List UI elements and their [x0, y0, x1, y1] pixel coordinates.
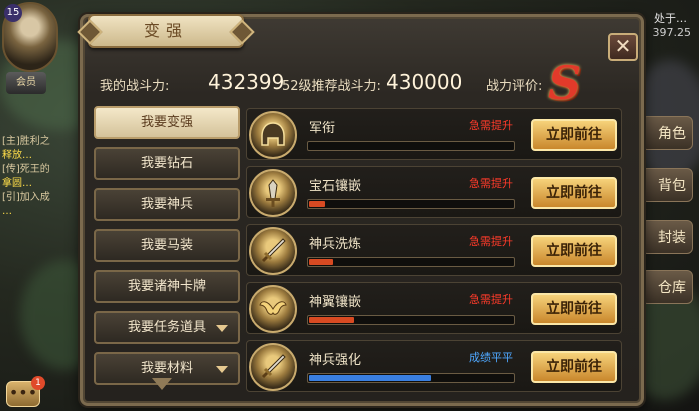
category-menu: 我要变强我要钻石我要神兵我要马装我要诸神卡牌 我要任务道具 我要材料	[94, 106, 240, 398]
chat-line: [主]胜利之	[2, 136, 50, 147]
chat-line: [传]死王的	[2, 164, 50, 175]
list-item: 神翼镶嵌 急需提升 立即前往	[246, 282, 622, 334]
item-status: 急需提升	[469, 293, 513, 306]
list-item: 神兵洗炼 急需提升 立即前往	[246, 224, 622, 276]
close-icon: ✕	[614, 34, 632, 58]
go-now-button[interactable]: 立即前往	[531, 351, 617, 383]
list-item: 宝石镶嵌 急需提升 立即前往	[246, 166, 622, 218]
menu-item[interactable]: 我要诸神卡牌	[94, 270, 240, 303]
my-power-label: 我的战斗力:	[100, 79, 170, 94]
my-power-value: 432399	[208, 70, 285, 94]
progress-bar	[307, 199, 515, 209]
chat-line: 释放…	[2, 150, 32, 161]
player-level-badge: 15	[4, 4, 22, 22]
list-item: 神兵强化 成绩平平 立即前往	[246, 340, 622, 392]
go-now-button[interactable]: 立即前往	[531, 235, 617, 267]
chevron-down-icon	[216, 325, 228, 332]
recommend-power-label: 52级推荐战斗力:	[282, 79, 381, 94]
vip-badge[interactable]: 会员	[6, 72, 46, 94]
chat-line: …	[2, 206, 12, 217]
side-button-bag[interactable]: 背包	[641, 168, 693, 202]
scroll-down-icon[interactable]	[152, 378, 172, 390]
go-now-button[interactable]: 立即前往	[531, 119, 617, 151]
go-now-button[interactable]: 立即前往	[531, 177, 617, 209]
item-status: 急需提升	[469, 177, 513, 190]
power-summary: 我的战斗力: 432399 52级推荐战斗力: 430000 战力评价:	[96, 70, 626, 98]
item-name: 宝石镶嵌	[309, 179, 362, 194]
go-now-button[interactable]: 立即前往	[531, 293, 617, 325]
item-status: 急需提升	[469, 235, 513, 248]
rating-label: 战力评价:	[486, 79, 543, 94]
gem-sword-icon	[249, 169, 297, 217]
list-item: 军衔 急需提升 立即前往	[246, 108, 622, 160]
menu-item[interactable]: 我要任务道具	[94, 311, 240, 344]
progress-fill	[309, 201, 326, 207]
chevron-down-icon	[216, 366, 228, 373]
item-name: 神兵强化	[309, 353, 362, 368]
item-status: 成绩平平	[469, 351, 513, 364]
progress-bar	[307, 141, 515, 151]
chat-button[interactable]: ••• 1	[6, 376, 45, 407]
side-button-seal[interactable]: 封装	[641, 220, 693, 254]
item-name: 军衔	[309, 121, 336, 136]
progress-fill	[309, 317, 354, 323]
recommend-power-value: 430000	[386, 70, 463, 94]
close-button[interactable]: ✕	[608, 33, 638, 61]
menu-item[interactable]: 我要变强	[94, 106, 240, 139]
menu-item[interactable]: 我要马装	[94, 229, 240, 262]
progress-bar	[307, 257, 515, 267]
menu-item[interactable]: 我要神兵	[94, 188, 240, 221]
helmet-icon	[249, 111, 297, 159]
item-name: 神兵洗炼	[309, 237, 362, 252]
side-button-warehouse[interactable]: 仓库	[641, 270, 693, 304]
chat-line: 拿圆…	[2, 178, 32, 189]
side-button-role[interactable]: 角色	[641, 116, 693, 150]
menu-item-label: 我要任务道具	[127, 320, 206, 335]
improvement-list[interactable]: 军衔 急需提升 立即前往 宝石镶嵌 急需提升 立即前往 神兵洗炼 急需提升 立即前往 神翼镶嵌 急需…	[246, 108, 622, 398]
chat-line: [引]加入成	[2, 192, 50, 203]
panel-title: 变强	[88, 14, 244, 48]
progress-bar	[307, 315, 515, 325]
menu-item-label: 我要神兵	[140, 197, 193, 212]
item-name: 神翼镶嵌	[309, 295, 362, 310]
menu-item[interactable]: 我要钻石	[94, 147, 240, 180]
top-right-label: 处于…	[654, 12, 687, 25]
menu-item-label: 我要钻石	[140, 156, 193, 171]
top-right-value: 397.25	[652, 26, 692, 39]
wings-icon	[249, 285, 297, 333]
menu-item-label: 我要材料	[140, 361, 193, 376]
sword-icon	[249, 227, 297, 275]
chat-log[interactable]: [主]胜利之 释放… [传]死王的 拿圆… [引]加入成 …	[0, 135, 80, 255]
chat-badge: 1	[31, 376, 45, 390]
rating-grade: S	[548, 56, 582, 110]
sword-icon	[249, 343, 297, 391]
item-status: 急需提升	[469, 119, 513, 132]
menu-item-label: 我要马装	[140, 238, 193, 253]
progress-bar	[307, 373, 515, 383]
progress-fill	[309, 259, 334, 265]
menu-item-label: 我要变强	[140, 115, 193, 130]
menu-item-label: 我要诸神卡牌	[127, 279, 206, 294]
progress-fill	[309, 375, 432, 381]
